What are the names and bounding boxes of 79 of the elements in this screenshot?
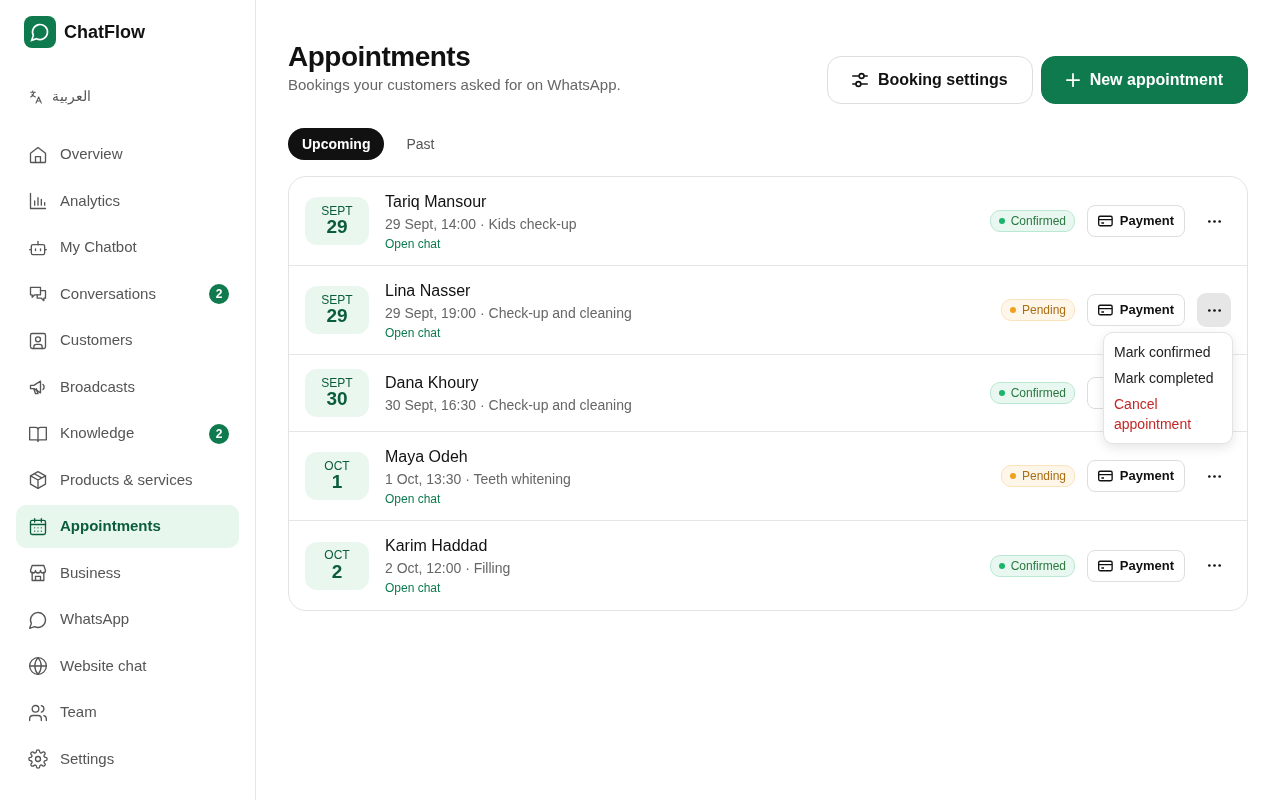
more-icon <box>1207 564 1221 567</box>
menu-item[interactable]: Cancel appointment <box>1104 391 1232 437</box>
credit-card-icon <box>1098 215 1113 227</box>
status-label: Pending <box>1000 465 1075 487</box>
more-button[interactable] <box>1197 293 1231 327</box>
date-tile: SEPT 30 <box>305 369 369 417</box>
new-appointment-button[interactable]: New appointment <box>1040 56 1248 104</box>
appointment-details: 1 Oct, 13:30 · Teeth whitening <box>385 469 571 489</box>
sidebar-item[interactable]: Broadcasts <box>16 365 239 409</box>
appointment-details: 29 Sept, 14:00 · Kids check-up <box>385 214 577 234</box>
sidebar-item[interactable]: Settings <box>16 737 239 781</box>
menu-item[interactable]: Mark completed <box>1104 365 1232 391</box>
open-chat-link[interactable]: Open chat <box>385 234 577 253</box>
credit-card-icon <box>1098 304 1113 316</box>
tab[interactable]: Upcoming <box>288 128 385 160</box>
booking-settings-button[interactable]: Booking settings <box>826 56 1033 104</box>
sidebar-item[interactable]: Analytics <box>16 179 239 223</box>
open-chat-link[interactable]: Open chat <box>385 323 632 342</box>
customer-name: Karim Haddad <box>385 536 489 556</box>
count-badge: 2 <box>209 423 229 444</box>
sidebar-item[interactable]: Knowledge 2 <box>16 412 239 455</box>
payment-button[interactable]: Payment <box>1087 294 1185 326</box>
contact-card-icon <box>28 330 48 351</box>
appointment-details: 2 Oct, 12:00 · Filling <box>385 559 511 578</box>
sidebar-item[interactable]: Business <box>16 551 239 595</box>
home-icon <box>28 144 48 165</box>
sidebar-item[interactable]: Products & services <box>16 458 239 502</box>
count-badge: 2 <box>209 284 229 304</box>
appointment-details: 30 Sept, 16:30 · Check-up and cleaning <box>385 395 632 415</box>
store-icon <box>28 563 48 583</box>
status-label: Confirmed <box>989 210 1075 232</box>
date-tile: OCT 1 <box>305 452 369 500</box>
credit-card-icon <box>1098 470 1113 482</box>
globe-icon <box>28 656 48 676</box>
customer-name: Dana Khoury <box>385 372 480 393</box>
settings-icon <box>28 749 48 769</box>
language-link[interactable]: العربية <box>28 86 91 107</box>
sidebar-item[interactable]: Overview <box>16 133 239 176</box>
chat-bubble-icon <box>28 609 48 630</box>
payment-button[interactable]: Payment <box>1087 549 1185 582</box>
bar-chart-icon <box>28 191 48 211</box>
box-icon <box>28 470 48 490</box>
appointment-details: 29 Sept, 19:00 · Check-up and cleaning <box>385 303 632 323</box>
chat-bubbles-icon <box>28 284 48 304</box>
date-tile: OCT 2 <box>305 541 369 590</box>
date-tile: SEPT 29 <box>305 197 369 245</box>
status-label: Confirmed <box>989 554 1075 577</box>
page-subtitle: Bookings your customers asked for on WhatsApp. <box>288 74 621 95</box>
status-label: Confirmed <box>989 382 1075 404</box>
sliders-icon <box>851 72 868 88</box>
tab[interactable]: Past <box>392 128 449 160</box>
payment-button[interactable]: Payment <box>1087 205 1185 237</box>
more-icon <box>1207 308 1221 312</box>
translate-icon <box>28 88 44 105</box>
status-label: Pending <box>1000 299 1075 321</box>
sidebar-item[interactable]: Customers <box>16 319 239 362</box>
customer-name: Lina Nasser <box>385 280 472 301</box>
sidebar-item[interactable]: Conversations 2 <box>16 272 239 316</box>
more-icon <box>1207 219 1221 223</box>
people-icon <box>28 702 48 723</box>
sidebar-item[interactable]: Appointments <box>16 505 239 548</box>
menu-item[interactable]: Mark confirmed <box>1104 339 1232 365</box>
customer-name: Tariq Mansour <box>385 191 488 212</box>
open-chat-link[interactable]: Open chat <box>385 579 511 597</box>
customer-name: Maya Odeh <box>385 446 469 467</box>
calendar-icon <box>28 516 48 537</box>
more-icon <box>1207 474 1221 478</box>
brand-name: ChatFlow <box>64 20 145 44</box>
logo-icon <box>24 16 56 48</box>
page-title: Appointments <box>288 40 472 74</box>
date-tile: SEPT 29 <box>305 286 369 334</box>
sidebar-item[interactable]: My Chatbot <box>16 226 239 269</box>
payment-button[interactable]: Payment <box>1087 460 1185 492</box>
sidebar-item[interactable]: Team <box>16 691 239 734</box>
plus-icon <box>1065 73 1080 87</box>
sidebar-item[interactable]: Website chat <box>16 644 239 688</box>
open-chat-link[interactable]: Open chat <box>385 489 571 508</box>
credit-card-icon <box>1098 559 1113 572</box>
sidebar-item[interactable]: WhatsApp <box>16 598 239 641</box>
